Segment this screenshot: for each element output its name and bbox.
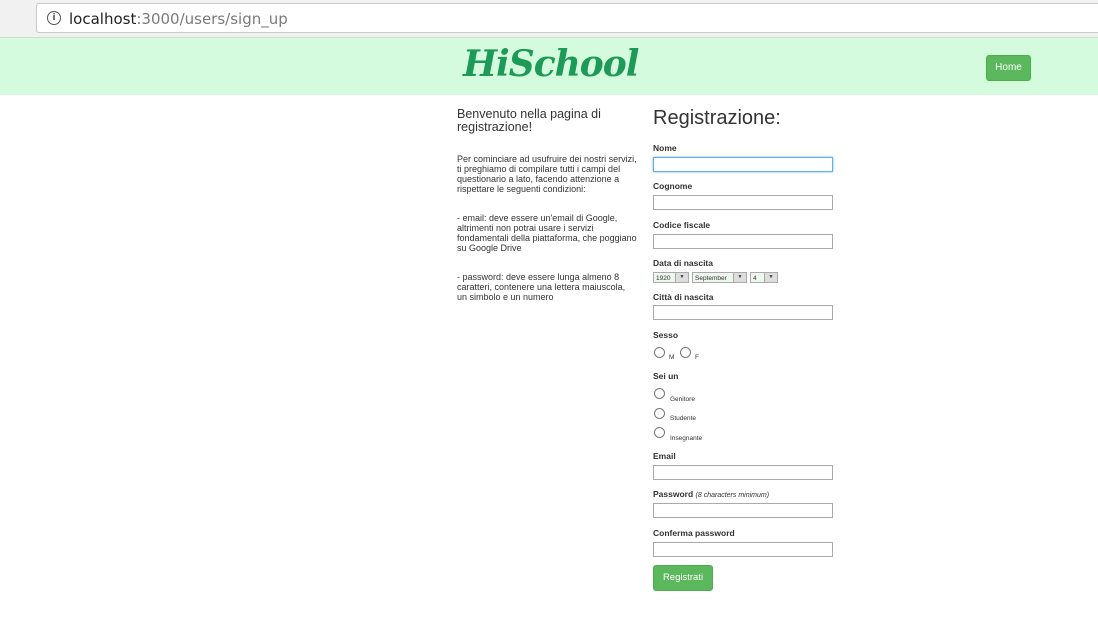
ruolo-radio-insegnante[interactable]	[654, 427, 665, 438]
sesso-radio-m[interactable]	[654, 347, 665, 358]
password-label-text: Password	[653, 489, 694, 499]
ruolo-option-genitore: Genitore	[670, 396, 695, 403]
cognome-label: Cognome	[653, 181, 693, 191]
codice-fiscale-label: Codice fiscale	[653, 220, 711, 230]
sesso-label: Sesso	[653, 330, 679, 340]
nome-input[interactable]	[653, 157, 833, 172]
form-title: Registrazione:	[653, 107, 781, 129]
citta-nascita-label: Città di nascita	[653, 292, 714, 302]
chevron-down-icon: ▼	[764, 273, 777, 282]
birth-month-select[interactable]: September ▼	[692, 272, 747, 283]
password-hint: (8 characters minimum)	[695, 492, 770, 499]
data-nascita-label: Data di nascita	[653, 258, 713, 268]
ruolo-radio-genitore[interactable]	[654, 388, 665, 399]
birth-month-value: September	[695, 275, 727, 282]
ruolo-radio-studente[interactable]	[654, 408, 665, 419]
browser-toolbar: i localhost:3000/users/sign_up	[0, 0, 1098, 38]
email-condition: - email: deve essere un'email di Google,…	[457, 213, 637, 253]
birth-day-value: 4	[753, 275, 757, 282]
ruolo-label: Sei un	[653, 371, 679, 381]
nome-label: Nome	[653, 143, 677, 153]
home-button[interactable]: Home	[986, 55, 1031, 81]
registrati-button[interactable]: Registrati	[653, 565, 713, 591]
codice-fiscale-input[interactable]	[653, 234, 833, 249]
welcome-heading: Benvenuto nella pagina di registrazione!	[457, 107, 601, 134]
chevron-down-icon: ▼	[733, 273, 746, 282]
ruolo-option-insegnante: Insegnante	[670, 435, 703, 442]
url-host: localhost	[69, 10, 137, 28]
birth-day-select[interactable]: 4 ▼	[750, 272, 778, 283]
address-bar[interactable]: i localhost:3000/users/sign_up	[36, 3, 1098, 33]
info-icon[interactable]: i	[47, 11, 61, 25]
intro-paragraph: Per cominciare ad usufruire dei nostri s…	[457, 154, 637, 194]
site-logo[interactable]: HiSchool	[463, 43, 639, 85]
cognome-input[interactable]	[653, 195, 833, 210]
chevron-down-icon: ▼	[675, 273, 688, 282]
sesso-radio-f[interactable]	[680, 347, 691, 358]
sesso-option-f: F	[695, 354, 699, 361]
birth-year-select[interactable]: 1920 ▼	[653, 272, 689, 283]
password-label: Password (8 characters minimum)	[653, 489, 769, 499]
email-input[interactable]	[653, 465, 833, 480]
password-input[interactable]	[653, 503, 833, 518]
conferma-password-label: Conferma password	[653, 528, 735, 538]
intro-section: Benvenuto nella pagina di registrazione!…	[457, 108, 637, 321]
ruolo-option-studente: Studente	[670, 415, 697, 422]
birth-year-value: 1920	[656, 275, 671, 282]
citta-nascita-input[interactable]	[653, 305, 833, 320]
email-label: Email	[653, 451, 676, 461]
birth-date-selects: 1920 ▼ September ▼ 4 ▼	[653, 272, 843, 283]
url-path: :3000/users/sign_up	[136, 10, 288, 28]
password-condition: - password: deve essere lunga almeno 8 c…	[457, 272, 626, 302]
conferma-password-input[interactable]	[653, 542, 833, 557]
url-text[interactable]: localhost:3000/users/sign_up	[69, 10, 288, 28]
sesso-option-m: M	[669, 354, 675, 361]
